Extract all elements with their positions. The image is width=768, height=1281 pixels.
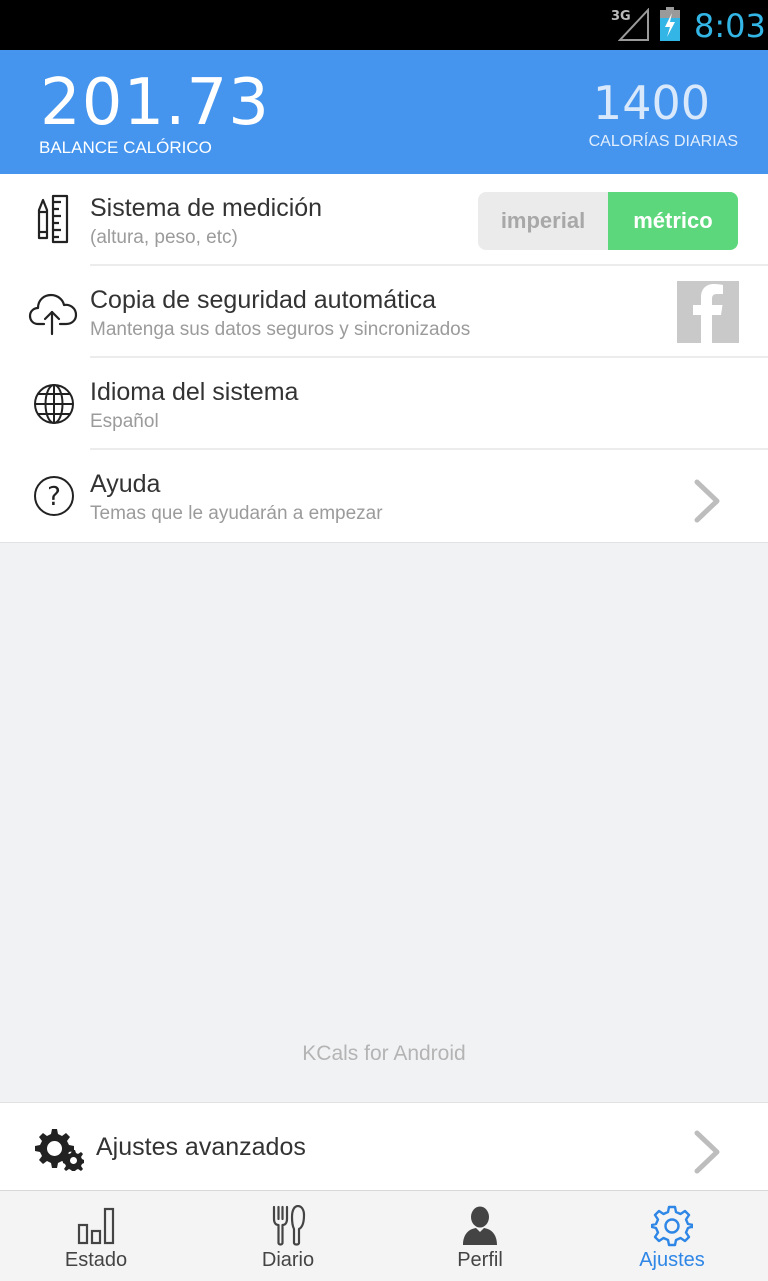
tab-perfil[interactable]: Perfil: [384, 1191, 576, 1281]
backup-title: Copia de seguridad automática: [90, 286, 437, 314]
fork-knife-icon: [272, 1205, 306, 1246]
bottom-tab-bar: Estado Diario Perfil Ajustes: [0, 1190, 768, 1281]
tab-label: Estado: [64, 1249, 128, 1271]
measurement-toggle: imperial métrico: [478, 192, 738, 250]
gears-icon: [35, 1129, 84, 1171]
imperial-option[interactable]: imperial: [478, 192, 608, 250]
advanced-settings-title: Ajustes avanzados: [96, 1133, 306, 1161]
tab-ajustes[interactable]: Ajustes: [576, 1191, 768, 1281]
backup-subtitle: Mantenga sus datos seguros y sincronizad…: [90, 319, 471, 340]
gear-icon: [651, 1205, 693, 1247]
app-version-text: KCals for Android: [302, 1042, 466, 1065]
advanced-settings-row[interactable]: Ajustes avanzados: [0, 1102, 768, 1191]
language-value: Español: [90, 411, 159, 432]
battery-charging-icon: [660, 7, 680, 41]
facebook-icon: [693, 284, 723, 343]
calorie-balance-label: BALANCE CALÓRICO: [39, 138, 212, 157]
globe-icon: [34, 384, 74, 424]
help-row[interactable]: ? Ayuda Temas que le ayudarán a empezar: [0, 450, 768, 542]
backup-row[interactable]: Copia de seguridad automática Mantenga s…: [0, 266, 768, 358]
svg-text:?: ?: [47, 482, 61, 512]
daily-calories-value: 1400: [592, 76, 710, 130]
chevron-right-icon: [694, 479, 720, 523]
person-icon: [463, 1206, 497, 1245]
measurement-system-row: Sistema de medición (altura, peso, etc) …: [0, 174, 768, 266]
bar-chart-icon: [77, 1207, 115, 1245]
daily-calories-label: CALORÍAS DIARIAS: [588, 133, 738, 150]
tab-label: Perfil: [457, 1249, 503, 1271]
calorie-header: 201.73 BALANCE CALÓRICO 1400 CALORÍAS DI…: [0, 50, 768, 174]
calorie-balance-value: 201.73: [40, 66, 270, 140]
language-row[interactable]: Idioma del sistema Español: [0, 358, 768, 450]
help-subtitle: Temas que le ayudarán a empezar: [90, 503, 383, 524]
measurement-subtitle: (altura, peso, etc): [90, 227, 238, 248]
facebook-button[interactable]: [677, 281, 739, 343]
help-icon: ?: [34, 476, 74, 516]
measurement-title: Sistema de medición: [90, 194, 323, 222]
help-title: Ayuda: [90, 470, 161, 498]
status-bar: 3G 8:03: [0, 0, 768, 50]
tab-diario[interactable]: Diario: [192, 1191, 384, 1281]
cloud-upload-icon: [28, 293, 78, 336]
language-title: Idioma del sistema: [90, 378, 299, 406]
metric-option[interactable]: métrico: [608, 192, 738, 250]
clock: 8:03: [694, 7, 766, 45]
pencil-ruler-icon: [37, 194, 69, 244]
signal-icon: [618, 8, 649, 41]
tab-label: Diario: [261, 1249, 315, 1271]
tab-estado[interactable]: Estado: [0, 1191, 192, 1281]
settings-list: Sistema de medición (altura, peso, etc) …: [0, 174, 768, 543]
tab-label: Ajustes: [639, 1249, 705, 1271]
chevron-right-icon: [694, 1130, 720, 1174]
